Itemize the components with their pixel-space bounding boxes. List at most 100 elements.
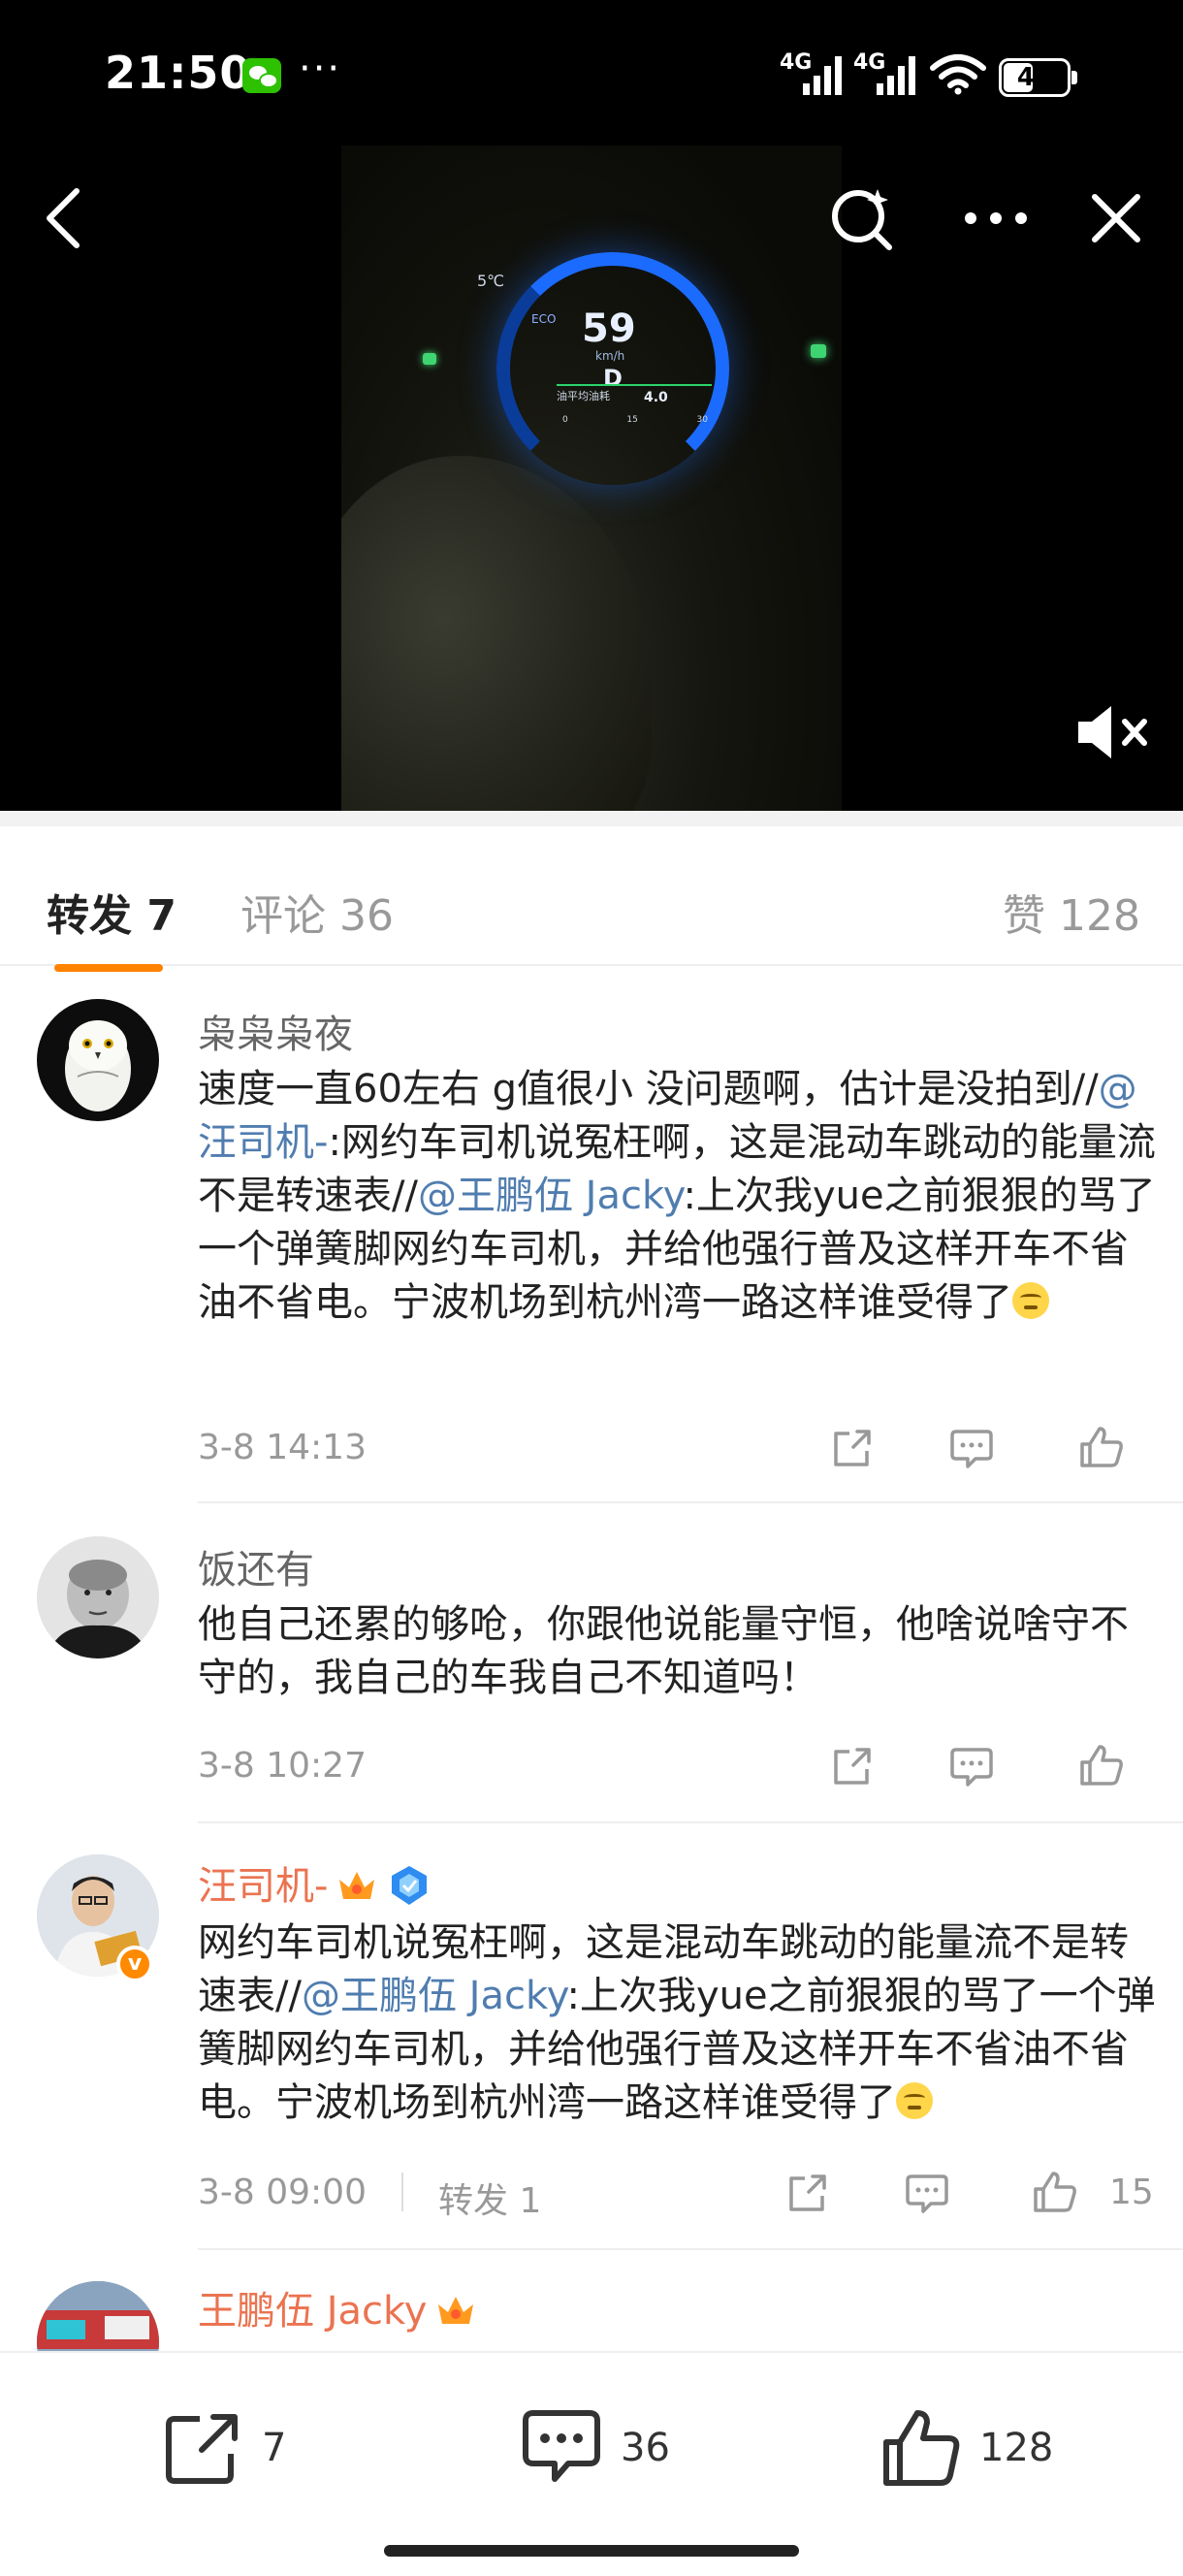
username-text: 汪司机-: [198, 1864, 329, 1909]
mention-link[interactable]: @王鹏伍 Jacky: [418, 1174, 684, 1218]
mention-link[interactable]: @王鹏伍 Jacky: [302, 1974, 567, 2018]
avatar[interactable]: [37, 2281, 159, 2351]
thumb-up-icon: [1080, 1745, 1123, 1786]
dash-scale-tick: 0: [562, 415, 568, 425]
repost-text-segment: 速度一直60左右 g值很小 没问题啊，估计是没拍到//: [198, 1067, 1099, 1111]
dash-scale-tick: 30: [696, 415, 708, 425]
share-button[interactable]: [822, 1420, 880, 1478]
status-clock: 21:50: [105, 47, 252, 99]
member-crown-icon: [438, 2297, 474, 2324]
repost-item: 枭枭枭夜 速度一直60左右 g值很小 没问题啊，估计是没拍到//@汪司机-:网约…: [0, 970, 1183, 1503]
more-horizontal-icon: [965, 212, 1027, 224]
comment-button[interactable]: [943, 1738, 1001, 1796]
avatar[interactable]: [37, 1536, 159, 1658]
more-button[interactable]: [952, 175, 1039, 262]
signal-icon: [803, 56, 846, 95]
comment-icon: [906, 2174, 948, 2213]
battery-icon: 44: [999, 58, 1077, 97]
comment-button[interactable]: [943, 1420, 1001, 1478]
post-time: 3-8 10:27: [198, 1746, 367, 1786]
status-more-dots: ···: [299, 47, 342, 91]
dash-scale: 0 15 30: [562, 415, 708, 425]
like-button[interactable]: [1072, 1418, 1131, 1476]
racing-avatar-image: [37, 2281, 159, 2351]
avatar[interactable]: [37, 999, 159, 1121]
tab-comment[interactable]: 评论 36: [240, 881, 394, 943]
comment-icon: [950, 1430, 993, 1468]
repost-text: 网约车司机说冤枉啊，这是混动车跳动的能量流不是转速表//@王鹏伍 Jacky:上…: [198, 1916, 1158, 2130]
repost-text-segment: 他自己还累的够呛，你跟他说能量守恒，他啥说啥守不守的，我自己的车我自己不知道吗！: [198, 1602, 1129, 1700]
post-time: 3-8 09:00: [198, 2173, 367, 2212]
close-icon: [1092, 194, 1140, 242]
dash-indicator-light: [811, 344, 826, 358]
driver-silhouette: [341, 456, 652, 811]
signal-icon: [877, 56, 919, 95]
repost-count[interactable]: 转发 1: [438, 2173, 541, 2223]
share-icon: [834, 1430, 871, 1466]
dash-fuel-value: 4.0: [644, 390, 668, 405]
repost-item: 王鹏伍 Jacky: [0, 2250, 1183, 2351]
emoji-icon: [1012, 1282, 1049, 1319]
repost-item: v 汪司机- 网约车司机说冤枉啊，这是混动车跳动的能量流不是转速表//@王鹏伍 …: [0, 1823, 1183, 2250]
dash-info-label: 油平均油耗: [557, 384, 712, 419]
repost-text: 速度一直60左右 g值很小 没问题啊，估计是没拍到//@汪司机-:网约车司机说冤…: [198, 1063, 1158, 1330]
repost-item: 饭还有 他自己还累的够呛，你跟他说能量守恒，他啥说啥守不守的，我自己的车我自己不…: [0, 1503, 1183, 1823]
like-count: 15: [1109, 2173, 1154, 2212]
wifi-icon: [930, 54, 986, 95]
dash-scale-tick: 15: [626, 415, 638, 425]
username-text: 王鹏伍 Jacky: [198, 2289, 428, 2334]
share-button[interactable]: [822, 1738, 880, 1796]
like-button[interactable]: [1026, 2163, 1084, 2221]
thumb-up-icon: [1080, 1427, 1123, 1467]
search-sparkle-icon: [832, 189, 892, 250]
bottom-action-bar: 7 36 128: [0, 2351, 1183, 2576]
dash-speed-unit: km/h: [595, 349, 625, 363]
share-icon: [834, 1748, 871, 1785]
post-time: 3-8 14:13: [198, 1428, 367, 1467]
battery-level: 44: [1016, 63, 1053, 92]
repost-text: 他自己还累的够呛，你跟他说能量守恒，他啥说啥守不守的，我自己的车我自己不知道吗！: [198, 1598, 1158, 1705]
portrait-avatar-image: [37, 1536, 159, 1658]
home-indicator[interactable]: [384, 2545, 799, 2557]
share-count: 7: [262, 2426, 287, 2470]
speaker-muted-icon: [1078, 706, 1147, 758]
thumb-up-icon: [883, 2410, 960, 2486]
share-icon: [789, 2174, 826, 2211]
member-crown-icon: [339, 1872, 375, 1899]
like-button[interactable]: [1072, 1736, 1131, 1794]
thumb-up-icon: [1034, 2172, 1076, 2212]
owl-avatar-image: [65, 1020, 131, 1111]
video-player[interactable]: 5℃ ECO 59 km/h D 油平均油耗 4.0 0 15 30 21:50…: [0, 0, 1183, 811]
status-bar: 21:50 ··· 4G 4G 44: [0, 0, 1183, 145]
dash-eco-label: ECO: [531, 312, 557, 326]
verified-badge-icon: v: [116, 1946, 153, 1982]
close-button[interactable]: [1072, 175, 1160, 262]
bottom-like-button[interactable]: 128: [880, 2399, 1053, 2496]
tab-like[interactable]: 赞 128: [1003, 881, 1140, 943]
username[interactable]: 饭还有: [198, 1538, 314, 1594]
search-button[interactable]: [818, 175, 906, 262]
video-nav-bar: [0, 175, 1183, 272]
emoji-icon: [896, 2082, 933, 2119]
dash-temperature: 5℃: [477, 272, 505, 290]
comment-icon: [950, 1748, 993, 1787]
back-button[interactable]: [19, 175, 107, 262]
mute-button[interactable]: [1074, 698, 1152, 766]
username[interactable]: 汪司机-: [198, 1854, 431, 1911]
wechat-icon: [242, 58, 281, 93]
dash-indicator-light: [423, 353, 436, 365]
tab-repost[interactable]: 转发 7: [47, 881, 176, 943]
meta-divider: [401, 2173, 403, 2211]
username[interactable]: 枭枭枭夜: [198, 1003, 353, 1059]
vip-badge-icon: [392, 1866, 428, 1905]
share-button[interactable]: [778, 2165, 836, 2223]
dash-speed: 59: [582, 306, 636, 351]
username[interactable]: 王鹏伍 Jacky: [198, 2279, 477, 2335]
comment-count: 36: [621, 2426, 670, 2470]
comment-button[interactable]: [898, 2165, 956, 2223]
like-count: 128: [979, 2426, 1054, 2470]
bottom-share-button[interactable]: 7: [163, 2399, 286, 2496]
bottom-comment-button[interactable]: 36: [520, 2399, 670, 2496]
feedback-tabs: 转发 7 评论 36 赞 128: [0, 811, 1183, 972]
chevron-left-icon: [47, 188, 80, 248]
